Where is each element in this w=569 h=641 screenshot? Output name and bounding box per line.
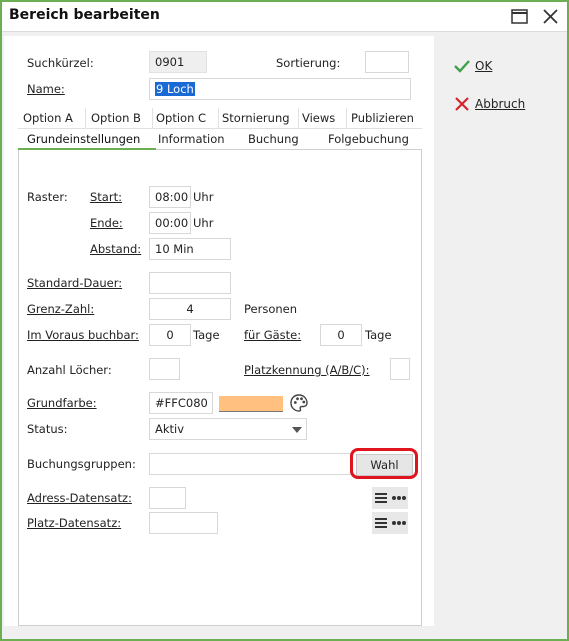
main-panel: Suchkürzel: 0901 Sortierung: Name: 9 Loc… bbox=[4, 36, 434, 626]
ende-unit: Uhr bbox=[193, 216, 214, 230]
raster-label: Raster: bbox=[27, 190, 68, 204]
maximize-icon bbox=[511, 9, 528, 24]
tab-buchung[interactable]: Buchung bbox=[248, 129, 318, 150]
adress-lookup-button[interactable] bbox=[372, 487, 408, 509]
tab-row-2: Grundeinstellungen Information Buchung F… bbox=[18, 129, 422, 150]
platzkennung-label: Platzkennung (A/B/C): bbox=[244, 363, 370, 377]
start-unit: Uhr bbox=[193, 190, 214, 204]
window-title: Bereich bearbeiten bbox=[9, 7, 160, 23]
fuer-gaeste-field[interactable]: 0 bbox=[320, 324, 362, 346]
abstand-field[interactable]: 10 Min bbox=[149, 238, 231, 260]
close-button[interactable] bbox=[535, 4, 565, 30]
tab-information[interactable]: Information bbox=[158, 129, 238, 150]
fuer-gaeste-unit: Tage bbox=[365, 328, 392, 342]
edit-area-dialog: Bereich bearbeiten Suchkürzel: 0901 Sort… bbox=[0, 0, 569, 641]
tab-grundeinstellungen[interactable]: Grundeinstellungen bbox=[18, 129, 156, 150]
buchungsgruppen-label: Buchungsgruppen: bbox=[27, 457, 136, 471]
grundfarbe-field[interactable]: #FFC080 bbox=[149, 392, 213, 414]
ok-label: OK bbox=[475, 59, 493, 73]
tab-views[interactable]: Views bbox=[299, 108, 347, 129]
start-field[interactable]: 08:00 bbox=[149, 186, 191, 208]
abstand-label: Abstand: bbox=[90, 242, 142, 256]
tab-row-1: Option A Option B Option C Stornierung V… bbox=[18, 108, 422, 129]
im-voraus-label: Im Voraus buchbar: bbox=[27, 328, 139, 342]
title-bar: Bereich bearbeiten bbox=[2, 2, 567, 32]
check-icon bbox=[454, 60, 470, 73]
name-label: Name: bbox=[27, 82, 65, 96]
suchkuerzel-field[interactable]: 0901 bbox=[149, 51, 207, 73]
adress-datensatz-field[interactable] bbox=[149, 487, 186, 509]
sortierung-label: Sortierung: bbox=[276, 56, 341, 70]
color-swatch bbox=[219, 396, 283, 411]
grenz-zahl-unit: Personen bbox=[244, 302, 298, 316]
tab-option-b[interactable]: Option B bbox=[86, 108, 153, 129]
sortierung-field[interactable] bbox=[365, 51, 409, 73]
highlight-annotation bbox=[350, 448, 418, 479]
fuer-gaeste-label: für Gäste: bbox=[244, 328, 302, 342]
tab-option-c[interactable]: Option C bbox=[153, 108, 219, 129]
abbruch-button[interactable]: Abbruch bbox=[453, 93, 525, 115]
status-value: Aktiv bbox=[155, 422, 185, 436]
ok-button[interactable]: OK bbox=[453, 55, 492, 77]
platz-datensatz-label: Platz-Datensatz: bbox=[27, 516, 122, 530]
status-dropdown[interactable]: Aktiv bbox=[149, 418, 307, 440]
palette-icon bbox=[290, 394, 308, 412]
more-dots-icon bbox=[391, 521, 406, 525]
tab-publizieren[interactable]: Publizieren bbox=[347, 108, 422, 129]
im-voraus-unit: Tage bbox=[193, 328, 220, 342]
adress-datensatz-label: Adress-Datensatz: bbox=[27, 491, 132, 505]
standard-dauer-label: Standard-Dauer: bbox=[27, 276, 123, 290]
start-label: Start: bbox=[90, 190, 122, 204]
abbruch-label: Abbruch bbox=[475, 97, 526, 111]
standard-dauer-field[interactable] bbox=[149, 272, 231, 294]
color-picker-button[interactable] bbox=[288, 392, 310, 414]
tab-folgebuchung[interactable]: Folgebuchung bbox=[328, 129, 420, 150]
status-label: Status: bbox=[27, 422, 68, 436]
maximize-button[interactable] bbox=[505, 4, 535, 30]
list-icon bbox=[374, 518, 387, 528]
action-column: OK Abbruch bbox=[436, 33, 567, 639]
chevron-down-icon bbox=[292, 427, 302, 433]
x-icon bbox=[455, 97, 469, 111]
platz-datensatz-field[interactable] bbox=[149, 512, 218, 534]
grenz-zahl-field[interactable]: 4 bbox=[149, 298, 231, 320]
grenz-zahl-label: Grenz-Zahl: bbox=[27, 302, 95, 316]
name-value: 9 Loch bbox=[155, 82, 195, 96]
tab-content-grundeinstellungen bbox=[18, 150, 422, 626]
buchungsgruppen-field[interactable] bbox=[149, 453, 353, 475]
im-voraus-field[interactable]: 0 bbox=[149, 324, 191, 346]
list-icon bbox=[374, 493, 387, 503]
tab-stornierung[interactable]: Stornierung bbox=[219, 108, 299, 129]
ende-label: Ende: bbox=[90, 216, 123, 230]
anzahl-loecher-label: Anzahl Löcher: bbox=[27, 363, 112, 377]
more-dots-icon bbox=[391, 496, 406, 500]
close-icon bbox=[543, 9, 558, 24]
tab-option-a[interactable]: Option A bbox=[18, 108, 86, 129]
platzkennung-field[interactable] bbox=[390, 358, 410, 380]
grundfarbe-label: Grundfarbe: bbox=[27, 396, 97, 410]
color-swatch-underline bbox=[219, 411, 283, 412]
suchkuerzel-label: Suchkürzel: bbox=[27, 56, 94, 70]
platz-lookup-button[interactable] bbox=[372, 512, 408, 534]
anzahl-loecher-field[interactable] bbox=[149, 358, 180, 380]
name-field[interactable]: 9 Loch bbox=[149, 78, 411, 100]
ende-field[interactable]: 00:00 bbox=[149, 212, 191, 234]
